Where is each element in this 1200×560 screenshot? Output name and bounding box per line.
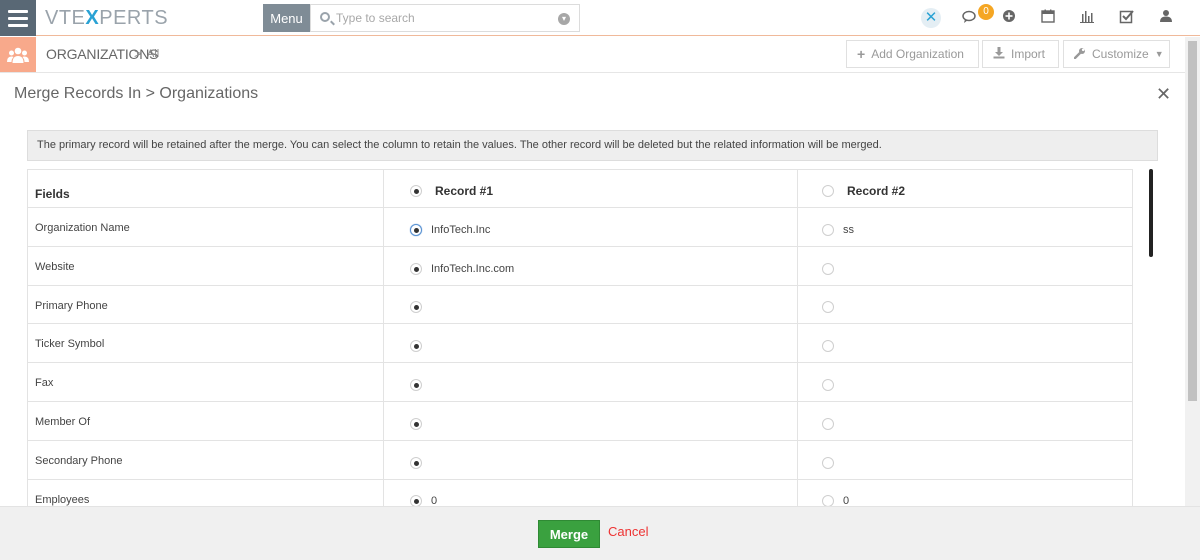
global-search[interactable]: ▾ xyxy=(310,4,580,32)
table-row: Member Of xyxy=(27,400,1133,441)
table-row: Website InfoTech.Inc.com xyxy=(27,245,1133,286)
menu-button[interactable]: Menu xyxy=(263,4,310,32)
field-label: Member Of xyxy=(27,400,384,441)
customize-button[interactable]: Customize ▼ xyxy=(1063,40,1170,68)
field-label: Fax xyxy=(27,362,384,402)
user-icon[interactable] xyxy=(1157,9,1175,27)
menu-icon[interactable] xyxy=(0,0,36,36)
record2-value-radio[interactable] xyxy=(822,262,834,275)
record1-value: InfoTech.Inc.com xyxy=(431,262,515,275)
table-row: Organization Name InfoTech.Inc ss xyxy=(27,207,1133,247)
tasks-icon[interactable] xyxy=(1118,9,1136,27)
vtexperts-icon[interactable]: ✕ xyxy=(921,8,941,28)
record1-value-radio[interactable] xyxy=(410,379,422,392)
breadcrumb-separator: > xyxy=(134,46,142,61)
record1-value-radio[interactable] xyxy=(410,340,422,353)
app-logo[interactable]: VTEXPERTS xyxy=(45,7,168,30)
record2-value-radio[interactable] xyxy=(822,379,834,392)
record1-value-radio[interactable] xyxy=(410,417,422,430)
breadcrumb-all[interactable]: All xyxy=(147,48,159,60)
record1-value-radio[interactable] xyxy=(410,301,422,314)
merge-button[interactable]: Merge xyxy=(538,520,600,548)
calendar-icon[interactable] xyxy=(1039,9,1057,27)
record2-value-radio[interactable] xyxy=(822,223,834,236)
wrench-icon xyxy=(1073,47,1086,62)
close-icon[interactable]: ✕ xyxy=(1156,84,1171,105)
table-row: Primary Phone xyxy=(27,284,1133,325)
field-label: Ticker Symbol xyxy=(27,323,384,364)
modal-title: Merge Records In > Organizations xyxy=(14,85,259,102)
module-header: ORGANIZATIONS > All + Add Organization I… xyxy=(0,37,1200,73)
field-label: Secondary Phone xyxy=(27,439,384,480)
field-label: Organization Name xyxy=(27,207,384,247)
page-scrollbar-thumb[interactable] xyxy=(1188,41,1197,401)
table-row: Fax xyxy=(27,362,1133,402)
record2-header: Record #2 xyxy=(797,169,1133,208)
reports-icon[interactable] xyxy=(1078,9,1096,27)
top-navbar: VTEXPERTS Menu ▾ ✕ 0 xyxy=(0,0,1200,36)
table-header-row: Fields Record #1 Record #2 xyxy=(27,169,1133,208)
record1-primary-radio[interactable] xyxy=(410,184,422,197)
merge-info-message: The primary record will be retained afte… xyxy=(27,130,1158,161)
record2-value: ss xyxy=(843,223,854,236)
record1-header: Record #1 xyxy=(383,169,798,208)
fields-header: Fields xyxy=(27,169,384,208)
record2-value-radio[interactable] xyxy=(822,340,834,353)
table-row: Ticker Symbol xyxy=(27,323,1133,364)
chat-icon[interactable] xyxy=(960,9,978,27)
record1-value-radio[interactable] xyxy=(410,456,422,469)
add-organization-button[interactable]: + Add Organization xyxy=(846,40,979,68)
field-label: Website xyxy=(27,245,384,286)
page-scrollbar[interactable] xyxy=(1185,37,1200,507)
import-button[interactable]: Import xyxy=(982,40,1059,68)
cancel-link[interactable]: Cancel xyxy=(608,524,648,539)
record2-value-radio[interactable] xyxy=(822,301,834,314)
notification-badge: 0 xyxy=(978,4,994,20)
record1-value-radio[interactable] xyxy=(410,262,422,275)
merge-records-table: Fields Record #1 Record #2 Organization … xyxy=(27,169,1133,519)
record2-value-radio[interactable] xyxy=(822,456,834,469)
record1-value-radio[interactable] xyxy=(410,223,422,236)
caret-down-icon: ▼ xyxy=(1154,49,1164,59)
plus-icon: + xyxy=(857,46,866,62)
search-input[interactable] xyxy=(336,9,556,27)
record1-value: InfoTech.Inc xyxy=(431,223,491,236)
organizations-icon[interactable] xyxy=(0,37,36,72)
record2-value-radio[interactable] xyxy=(822,417,834,430)
modal-footer: Merge Cancel xyxy=(0,506,1200,560)
table-row: Secondary Phone xyxy=(27,439,1133,480)
record2-primary-radio[interactable] xyxy=(822,184,834,197)
plus-circle-icon[interactable] xyxy=(1000,9,1018,27)
field-label: Primary Phone xyxy=(27,284,384,325)
download-icon xyxy=(993,46,1005,62)
search-icon xyxy=(320,12,330,22)
dropdown-icon[interactable]: ▾ xyxy=(558,13,570,25)
table-scrollbar[interactable] xyxy=(1149,169,1153,257)
